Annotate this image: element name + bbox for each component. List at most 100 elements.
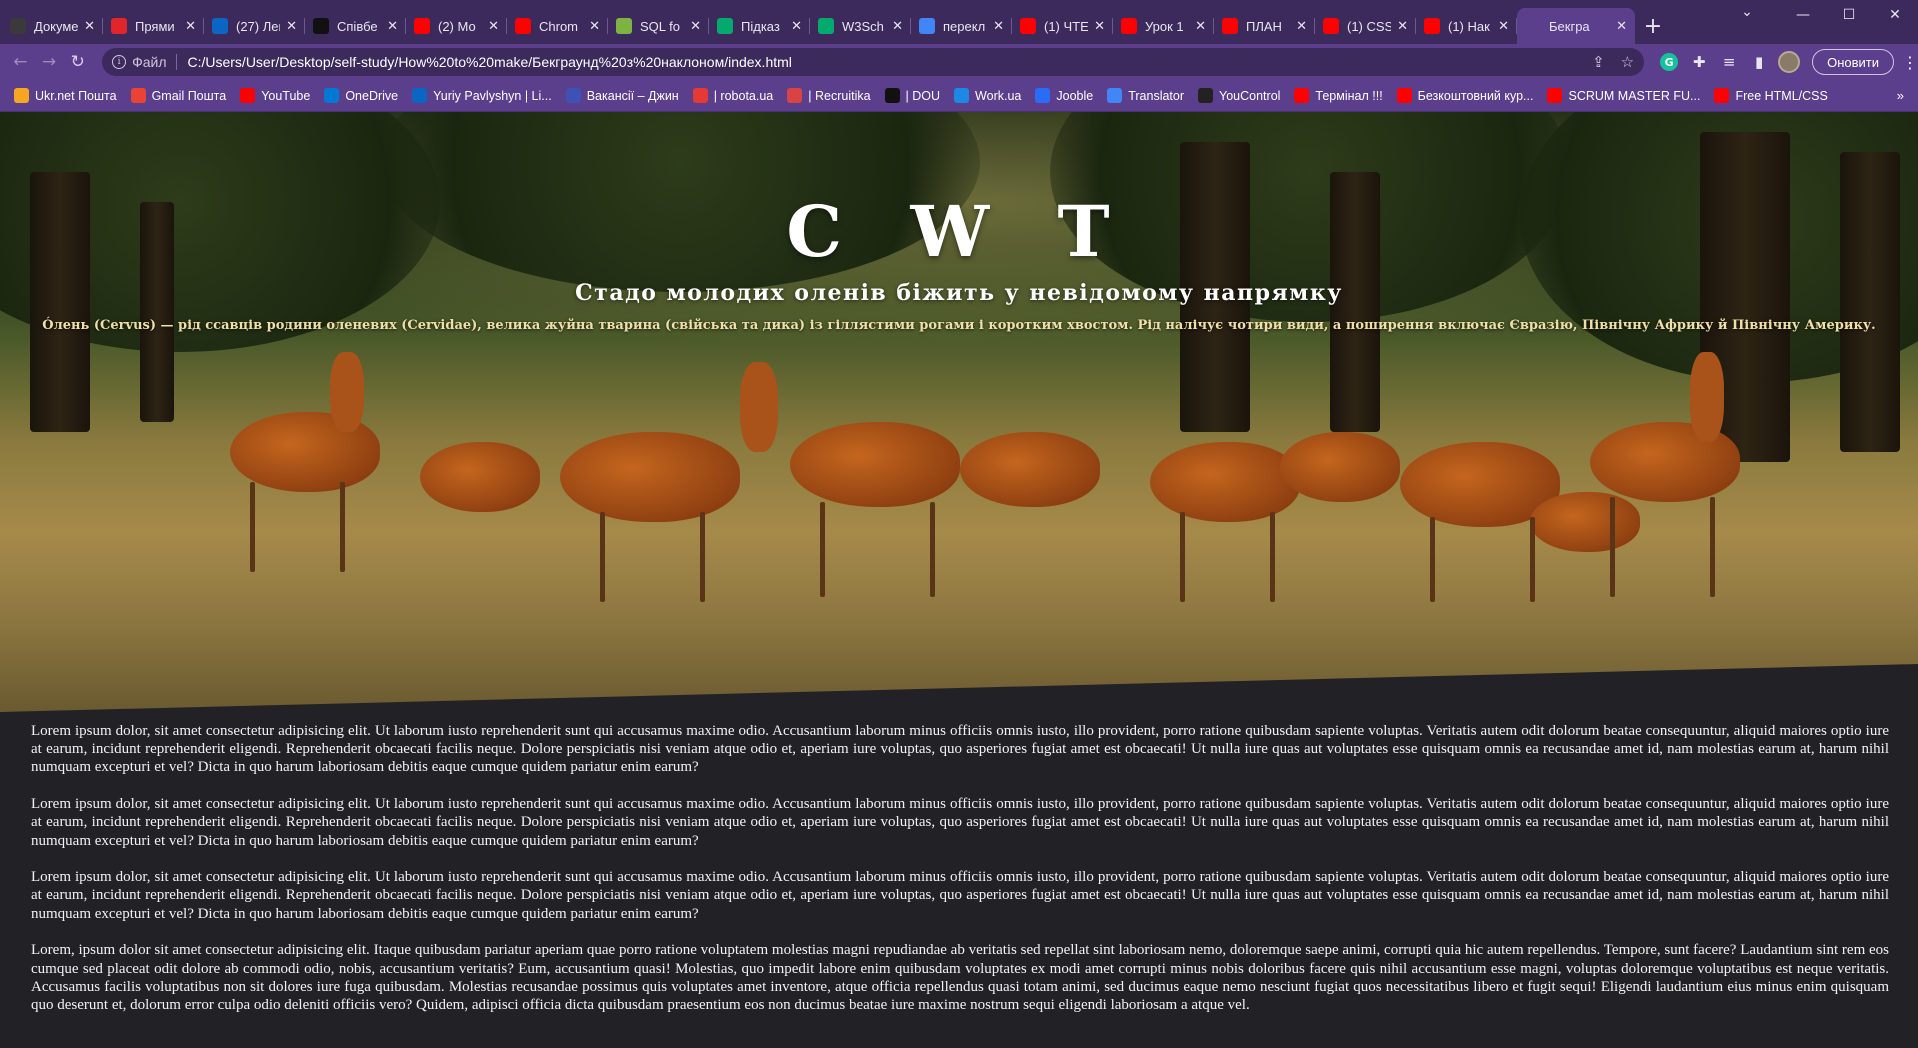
bookmark-star-icon[interactable]: ☆	[1621, 53, 1634, 71]
bookmark-item[interactable]: SCRUM MASTER FU...	[1547, 88, 1700, 103]
browser-tab[interactable]: SQL fo ✕	[608, 8, 709, 44]
paragraph: Lorem ipsum dolor, sit amet consectetur …	[31, 723, 1889, 776]
linkedin-icon	[212, 18, 228, 34]
bookmark-item[interactable]: Вакансії – Джин	[565, 88, 679, 103]
bookmark-item[interactable]: | DOU	[884, 88, 940, 103]
tab-title: (1) Нак	[1448, 18, 1490, 34]
menu-kebab-icon[interactable]: ⋮	[1902, 53, 1918, 72]
bookmarks-bar: Ukr.net Пошта Gmail Пошта YouTube OneDrive Y…	[0, 80, 1918, 112]
tab-title: перекл	[943, 18, 986, 34]
grammarly-icon[interactable]: G	[1654, 47, 1684, 77]
youtube-icon	[414, 18, 430, 34]
browser-tab[interactable]: перекл ✕	[911, 8, 1012, 44]
bookmark-item[interactable]: YouTube	[240, 88, 310, 103]
browser-tab[interactable]: Прями ✕	[103, 8, 204, 44]
forward-arrow-icon[interactable]: →	[35, 47, 64, 77]
linkedin-icon	[412, 88, 428, 103]
ko-icon	[10, 18, 26, 34]
browser-tab[interactable]: Chrom ✕	[507, 8, 608, 44]
close-tab-icon[interactable]: ✕	[993, 18, 1004, 34]
google-icon	[919, 18, 935, 34]
media-queue-icon[interactable]: ≡	[1714, 47, 1744, 77]
deer-leg	[340, 482, 345, 572]
browser-tab[interactable]: Підказ ✕	[709, 8, 810, 44]
browser-tab[interactable]: Докуме ✕	[2, 8, 103, 44]
update-button[interactable]: Оновити	[1812, 49, 1895, 75]
bookmark-label: Вакансії – Джин	[586, 88, 679, 103]
browser-tab[interactable]: (1) CSS ✕	[1315, 8, 1416, 44]
bookmark-item[interactable]: Yuriy Pavlyshyn | Li...	[412, 88, 552, 103]
maximize-icon[interactable]: ☐	[1826, 0, 1872, 30]
page-viewport: C W T Стадо молодих оленів біжить у неві…	[0, 112, 1918, 1048]
browser-tab[interactable]: W3Sch ✕	[810, 8, 911, 44]
address-bar[interactable]: i Файл C:/Users/User/Desktop/self-study/…	[102, 48, 1645, 76]
bookmark-item[interactable]: Ukr.net Пошта	[14, 88, 117, 103]
deer-leg	[1610, 497, 1615, 597]
close-tab-icon[interactable]: ✕	[1195, 18, 1206, 34]
close-tab-icon[interactable]: ✕	[286, 18, 297, 34]
tab-title: Прями	[135, 18, 175, 34]
tab-title: SQL fo	[640, 18, 680, 34]
bookmark-item[interactable]: Термінал !!!	[1294, 88, 1383, 103]
close-tab-icon[interactable]: ✕	[387, 18, 398, 34]
reload-icon[interactable]: ↻	[63, 47, 92, 77]
tab-title: (2) Мо	[438, 18, 476, 34]
bookmark-item[interactable]: OneDrive	[324, 88, 398, 103]
youtube-icon	[1222, 18, 1238, 34]
profile-avatar[interactable]	[1774, 47, 1804, 77]
share-icon[interactable]: ⇪	[1592, 53, 1605, 71]
window-controls: — ☐ ✕	[1780, 0, 1918, 30]
close-tab-icon[interactable]: ✕	[1498, 18, 1509, 34]
close-tab-icon[interactable]: ✕	[690, 18, 701, 34]
deer-leg	[1270, 512, 1275, 602]
close-tab-icon[interactable]: ✕	[185, 18, 196, 34]
browser-tab[interactable]: (1) ЧТЕ ✕	[1012, 8, 1113, 44]
close-tab-icon[interactable]: ✕	[488, 18, 499, 34]
bookmark-item[interactable]: Work.ua	[954, 88, 1021, 103]
tab-list: Докуме✕Прями✕(27) Лен✕Співбе✕(2) Мо✕Chro…	[2, 8, 1635, 44]
browser-tab[interactable]: Урок 1 ✕	[1113, 8, 1214, 44]
bookmark-item[interactable]: Безкоштовний кур...	[1396, 88, 1533, 103]
tab-title: (1) ЧТЕ	[1044, 18, 1089, 34]
bookmark-list: Ukr.net Пошта Gmail Пошта YouTube OneDrive Y…	[14, 88, 1842, 103]
more-bookmarks-icon[interactable]: »	[1897, 88, 1904, 103]
tab-title: (1) CSS	[1347, 18, 1392, 34]
browser-tab[interactable]: Співбе ✕	[305, 8, 406, 44]
side-panel-icon[interactable]: ▮	[1744, 47, 1774, 77]
close-tab-icon[interactable]: ✕	[1616, 18, 1627, 34]
tab-search-icon[interactable]: ⌄	[1732, 4, 1762, 20]
close-window-icon[interactable]: ✕	[1872, 0, 1918, 30]
address-url[interactable]: C:/Users/User/Desktop/self-study/How%20t…	[187, 54, 1576, 70]
deer-leg	[700, 512, 705, 602]
youtube-icon	[1323, 18, 1339, 34]
close-tab-icon[interactable]: ✕	[84, 18, 95, 34]
bookmark-item[interactable]: Free HTML/CSS	[1714, 88, 1828, 103]
deer-leg	[930, 502, 935, 597]
close-tab-icon[interactable]: ✕	[1397, 18, 1408, 34]
close-tab-icon[interactable]: ✕	[791, 18, 802, 34]
browser-tab[interactable]: Бекгра ✕	[1517, 8, 1635, 44]
browser-tab[interactable]: (1) Нак ✕	[1416, 8, 1517, 44]
bookmark-item[interactable]: Translator	[1107, 88, 1184, 103]
bookmark-item[interactable]: | Recruitika	[787, 88, 871, 103]
browser-tab[interactable]: (27) Лен ✕	[204, 8, 305, 44]
tab-strip: Докуме✕Прями✕(27) Лен✕Співбе✕(2) Мо✕Chro…	[0, 0, 1918, 44]
site-info-icon[interactable]: i	[112, 55, 127, 69]
close-tab-icon[interactable]: ✕	[1094, 18, 1105, 34]
new-tab-button[interactable]: +	[1635, 8, 1671, 44]
close-tab-icon[interactable]: ✕	[892, 18, 903, 34]
robota-icon	[692, 88, 708, 103]
close-tab-icon[interactable]: ✕	[1296, 18, 1307, 34]
browser-tab[interactable]: (2) Мо ✕	[406, 8, 507, 44]
extensions-puzzle-icon[interactable]: ✚	[1684, 47, 1714, 77]
bookmark-item[interactable]: Jooble	[1035, 88, 1093, 103]
bookmark-item[interactable]: YouControl	[1198, 88, 1280, 103]
minimize-icon[interactable]: —	[1780, 0, 1826, 30]
tab-title: Докуме	[34, 18, 79, 34]
back-arrow-icon[interactable]: ←	[6, 47, 35, 77]
tab-title: Бекгра	[1549, 18, 1590, 34]
browser-tab[interactable]: ПЛАН ✕	[1214, 8, 1315, 44]
bookmark-item[interactable]: | robota.ua	[692, 88, 773, 103]
bookmark-item[interactable]: Gmail Пошта	[130, 88, 226, 103]
close-tab-icon[interactable]: ✕	[589, 18, 600, 34]
